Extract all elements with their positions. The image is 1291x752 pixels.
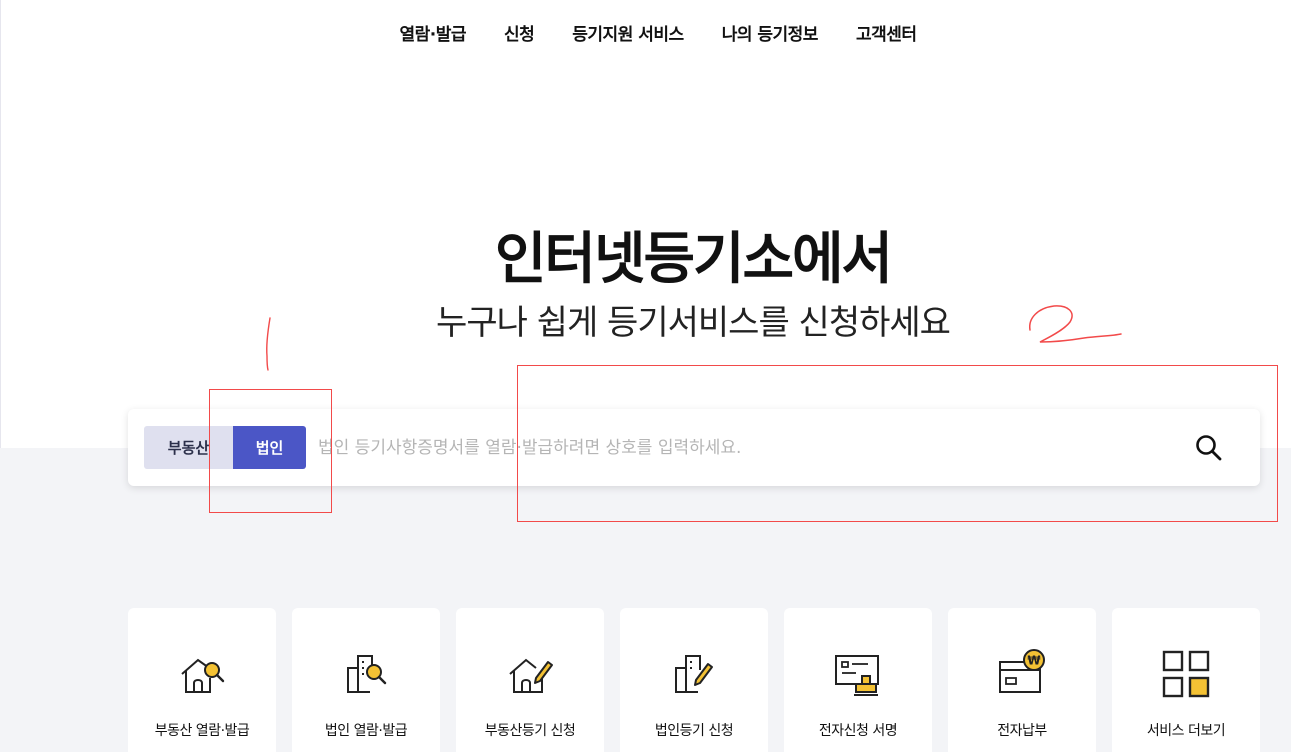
service-card-real-estate-view[interactable]: 부동산 열람·발급 [128,608,276,752]
hero-title: 인터넷등기소에서 [494,227,893,292]
card-won-icon: ₩ [999,649,1045,693]
house-search-icon [181,658,225,693]
page: 열람·발급 신청 등기지원 서비스 나의 등기정보 고객센터 인터넷등기소에서 … [0,0,1291,752]
annotation-box-2 [517,365,1278,522]
building-pen-icon [675,655,713,693]
nav-item-support-service[interactable]: 등기지원 서비스 [572,20,684,45]
service-label: 전자납부 [997,723,1047,739]
service-card-corporation-view[interactable]: 법인 열람·발급 [292,608,440,752]
nav-item-apply[interactable]: 신청 [504,20,535,45]
nav-item-my-registry[interactable]: 나의 등기정보 [722,20,819,45]
service-card-more[interactable]: 서비스 더보기 [1112,608,1260,752]
document-stamp-icon [835,655,879,696]
service-card-corporation-apply[interactable]: 법인등기 신청 [620,608,768,752]
service-label: 부동산등기 신청 [484,723,576,739]
service-label: 법인 열람·발급 [324,723,408,739]
nav-item-customer-center[interactable]: 고객센터 [856,20,917,45]
annotation-mark-1 [266,317,271,371]
building-search-icon [347,655,387,693]
service-card-real-estate-apply[interactable]: 부동산등기 신청 [456,608,604,752]
global-nav: 열람·발급 신청 등기지원 서비스 나의 등기정보 고객센터 [0,20,1291,45]
service-label: 전자신청 서명 [818,723,898,739]
service-card-e-sign[interactable]: 전자신청 서명 [784,608,932,752]
service-label: 법인등기 신청 [654,723,734,739]
annotation-box-1 [209,389,332,513]
service-card-e-payment[interactable]: ₩ 전자납부 [948,608,1096,752]
grid-icon [1162,650,1210,698]
house-pen-icon [509,658,553,693]
service-cards: 부동산 열람·발급 법인 열람·발급 부동산등기 신청 법인등기 신청 전자신청… [128,608,1260,752]
service-label: 서비스 더보기 [1146,723,1226,739]
nav-item-view-issue[interactable]: 열람·발급 [399,20,466,45]
annotation-mark-2 [1029,305,1122,343]
svg-text:₩: ₩ [1027,654,1041,668]
service-label: 부동산 열람·발급 [154,723,250,739]
